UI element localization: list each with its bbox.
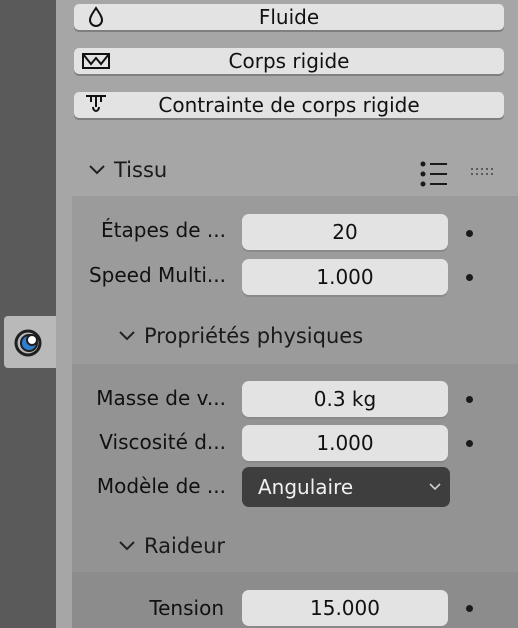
- vertex-mass-field[interactable]: 0.3 kg: [242, 381, 448, 417]
- drag-handle-icon[interactable]: [470, 166, 494, 178]
- air-viscosity-field[interactable]: 1.000: [242, 425, 448, 461]
- rigid-body-constraint-icon: [86, 95, 106, 112]
- air-viscosity-label: Viscosité d...: [99, 430, 226, 454]
- tension-field[interactable]: 15.000: [242, 590, 448, 626]
- fluid-button[interactable]: Fluide: [74, 4, 504, 30]
- bending-model-dropdown[interactable]: Angulaire: [242, 467, 450, 507]
- rigid-body-icon: [82, 53, 110, 69]
- properties-tab-strip: [0, 0, 56, 628]
- keyframe-dot-icon[interactable]: [466, 396, 473, 403]
- speed-multiplier-field[interactable]: 1.000: [242, 259, 448, 295]
- tension-label: Tension: [149, 596, 224, 620]
- cloth-title: Tissu: [114, 158, 168, 182]
- droplet-icon: [88, 6, 104, 27]
- chevron-down-icon: [119, 541, 135, 551]
- rigid-body-constraint-button-label: Contrainte de corps rigide: [158, 93, 420, 117]
- keyframe-dot-icon[interactable]: [466, 440, 473, 447]
- physical-properties-header[interactable]: Propriétés physiques: [118, 324, 363, 348]
- keyframe-dot-icon[interactable]: [466, 605, 473, 612]
- chevron-down-icon: [119, 331, 135, 341]
- chevron-down-icon: [89, 165, 105, 175]
- vertex-mass-label: Masse de v...: [96, 386, 226, 410]
- rigid-body-constraint-button[interactable]: Contrainte de corps rigide: [74, 92, 504, 118]
- speed-multiplier-label: Speed Multi...: [88, 263, 226, 287]
- quality-steps-field[interactable]: 20: [242, 214, 448, 250]
- presets-list-icon[interactable]: [420, 160, 448, 188]
- keyframe-dot-icon[interactable]: [466, 274, 473, 281]
- properties-panel: Fluide Corps rigide Contrainte de corps …: [56, 0, 518, 628]
- keyframe-dot-icon[interactable]: [466, 230, 473, 237]
- rigid-body-button[interactable]: Corps rigide: [74, 48, 504, 74]
- physics-icon: [14, 329, 42, 357]
- quality-steps-label: Étapes de ...: [101, 218, 226, 242]
- stiffness-header[interactable]: Raideur: [118, 534, 225, 558]
- stiffness-title: Raideur: [144, 534, 226, 558]
- cloth-panel-header[interactable]: Tissu: [88, 158, 167, 182]
- physical-properties-title: Propriétés physiques: [144, 324, 364, 348]
- chevron-down-icon: [429, 483, 441, 491]
- fluid-button-label: Fluide: [258, 5, 320, 29]
- rigid-body-button-label: Corps rigide: [228, 49, 350, 73]
- bending-model-label: Modèle de ...: [96, 474, 226, 498]
- physics-tab[interactable]: [4, 316, 56, 368]
- bending-model-value: Angulaire: [258, 475, 354, 499]
